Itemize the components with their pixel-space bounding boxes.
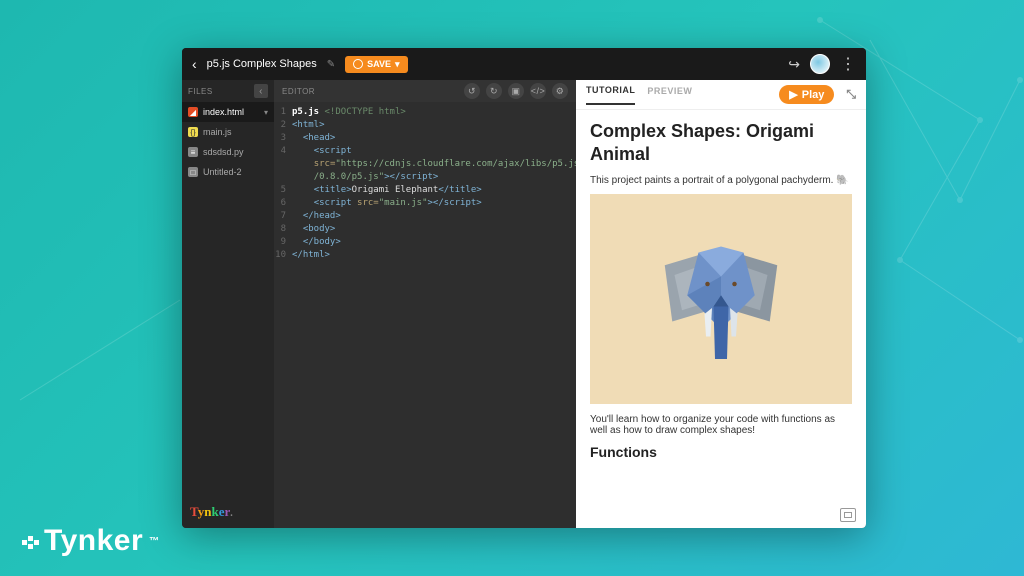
code-line: 8 <body> <box>274 223 576 236</box>
code-icon[interactable]: </> <box>530 83 546 99</box>
editor-header-label: EDITOR <box>282 87 315 96</box>
play-icon: ▶ <box>789 88 797 101</box>
code-line: 3 <head> <box>274 132 576 145</box>
file-name: main.js <box>203 127 232 137</box>
play-button[interactable]: ▶ Play <box>779 85 834 104</box>
file-item-main-js[interactable]: {} main.js <box>182 122 274 142</box>
save-label: SAVE <box>367 59 391 69</box>
page-brand-logo: Tynker™ <box>22 524 160 558</box>
redo-icon[interactable]: ↻ <box>486 83 502 99</box>
tab-tutorial[interactable]: TUTORIAL <box>586 85 635 105</box>
section-heading: Functions <box>590 444 852 460</box>
tutorial-image <box>590 194 852 404</box>
file-name: sdsdsd.py <box>203 147 244 157</box>
chevron-down-icon: ▾ <box>264 108 268 117</box>
share-icon[interactable]: ↪ <box>788 56 800 73</box>
play-label: Play <box>802 89 825 101</box>
undo-icon[interactable]: ↺ <box>464 83 480 99</box>
files-header: FILES ‹ <box>182 80 274 102</box>
code-line: 10</html> <box>274 249 576 262</box>
elephant-illustration <box>646 224 796 374</box>
history-icon <box>353 59 363 69</box>
tutorial-intro: This project paints a portrait of a poly… <box>590 175 852 186</box>
editor-header: EDITOR ↺ ↻ ▣ </> ⚙ <box>274 80 576 102</box>
page-brand-text: Tynker <box>44 524 143 558</box>
code-line: 4 <script <box>274 145 576 158</box>
tab-preview[interactable]: PREVIEW <box>647 86 692 104</box>
code-line: 6 <script src="main.js"></script> <box>274 197 576 210</box>
edit-title-icon[interactable]: ✎ <box>327 59 335 70</box>
html-file-icon: ◢ <box>188 107 198 117</box>
file-item-sdsdsd-py[interactable]: ≡ sdsdsd.py <box>182 142 274 162</box>
code-line: /0.8.0/p5.js"></script> <box>274 171 576 184</box>
tynker-logo: Tynker. <box>182 496 274 528</box>
kebab-menu-icon[interactable]: ⋮ <box>840 54 856 74</box>
file-item-index-html[interactable]: ◢ index.html ▾ <box>182 102 274 122</box>
code-line: src="https://cdnjs.cloudflare.com/ajax/l… <box>274 158 576 171</box>
py-file-icon: ≡ <box>188 147 198 157</box>
editor-panel: EDITOR ↺ ↻ ▣ </> ⚙ 1p5.js <!DOCTYPE html… <box>274 80 576 528</box>
code-editor[interactable]: 1p5.js <!DOCTYPE html>2<html>3 <head>4 <… <box>274 102 576 528</box>
settings-icon[interactable]: ⚙ <box>552 83 568 99</box>
js-file-icon: {} <box>188 127 198 137</box>
code-line: 2<html> <box>274 119 576 132</box>
panel-body: Complex Shapes: Origami Animal This proj… <box>576 110 866 528</box>
file-name: Untitled-2 <box>203 167 242 177</box>
tutorial-outro: You'll learn how to organize your code w… <box>590 414 852 436</box>
project-title: p5.js Complex Shapes <box>207 58 317 70</box>
caret-down-icon: ▾ <box>395 59 400 70</box>
avatar[interactable] <box>810 54 830 74</box>
code-line: 1p5.js <!DOCTYPE html> <box>274 106 576 119</box>
back-button[interactable]: ‹ <box>192 56 197 72</box>
image-icon[interactable]: ▣ <box>508 83 524 99</box>
tutorial-title: Complex Shapes: Origami Animal <box>590 120 852 165</box>
file-name: index.html <box>203 107 244 117</box>
save-button[interactable]: SAVE ▾ <box>345 56 407 73</box>
files-header-label: FILES <box>188 87 213 96</box>
file-item-Untitled-2[interactable]: □ Untitled-2 <box>182 162 274 182</box>
ide-window: ‹ p5.js Complex Shapes ✎ SAVE ▾ ↪ ⋮ FILE… <box>182 48 866 528</box>
panel-header: TUTORIAL PREVIEW ▶ Play ⤡ <box>576 80 866 110</box>
collapse-sidebar-icon[interactable]: ‹ <box>254 84 268 98</box>
code-line: 7 </head> <box>274 210 576 223</box>
txt-file-icon: □ <box>188 167 198 177</box>
feedback-icon[interactable] <box>840 508 856 522</box>
code-line: 5 <title>Origami Elephant</title> <box>274 184 576 197</box>
code-line: 9 </body> <box>274 236 576 249</box>
topbar: ‹ p5.js Complex Shapes ✎ SAVE ▾ ↪ ⋮ <box>182 48 866 80</box>
expand-icon[interactable]: ⤡ <box>846 87 856 102</box>
tutorial-panel: TUTORIAL PREVIEW ▶ Play ⤡ Complex Shapes… <box>576 80 866 528</box>
files-sidebar: FILES ‹ ◢ index.html ▾ {} main.js ≡ sdsdsd.py □… <box>182 80 274 528</box>
